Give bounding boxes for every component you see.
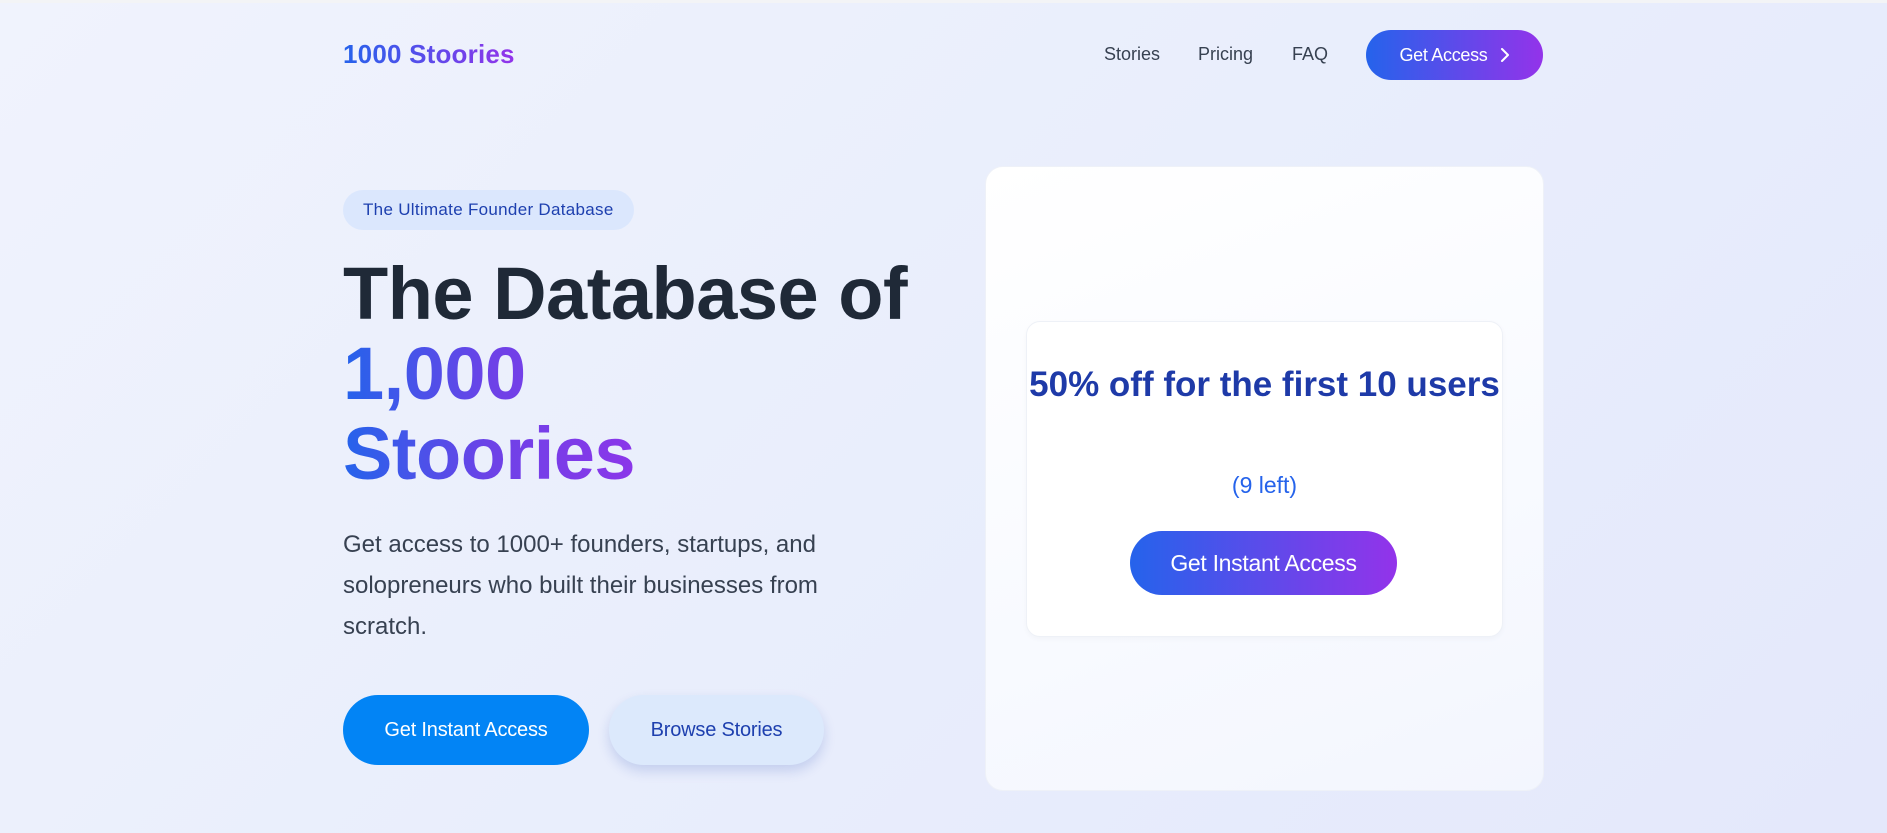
- hero-title: The Database of 1,000 Stoories: [343, 252, 908, 494]
- hero-description: Get access to 1000+ founders, startups, …: [343, 531, 818, 640]
- hero-title-line1: The Database of: [343, 252, 908, 335]
- offer-box: 50% off for the first 10 users (9 left) …: [1026, 321, 1503, 637]
- top-border: [0, 0, 1887, 3]
- get-access-button[interactable]: Get Access: [1366, 30, 1543, 80]
- pricing-card: 50% off for the first 10 users (9 left) …: [985, 166, 1544, 791]
- browse-stories-button[interactable]: Browse Stories: [609, 695, 824, 765]
- offer-remaining: (9 left): [1231, 472, 1298, 498]
- hero-title-line3: Stoories: [343, 414, 673, 494]
- offer-title: 50% off for the first 10 users: [1029, 365, 1500, 404]
- logo[interactable]: 1000 Stoories: [343, 39, 515, 70]
- hero-title-line2: 1,000: [343, 334, 673, 414]
- nav-link-stories[interactable]: Stories: [1104, 44, 1160, 65]
- get-access-label: Get Access: [1399, 44, 1488, 65]
- offer-get-instant-access-button[interactable]: Get Instant Access: [1130, 531, 1397, 595]
- chevron-right-icon: [1500, 48, 1509, 62]
- hero-badge: The Ultimate Founder Database: [343, 190, 634, 230]
- nav-link-pricing[interactable]: Pricing: [1198, 44, 1253, 65]
- nav-link-faq[interactable]: FAQ: [1292, 44, 1328, 65]
- get-instant-access-button[interactable]: Get Instant Access: [343, 695, 589, 765]
